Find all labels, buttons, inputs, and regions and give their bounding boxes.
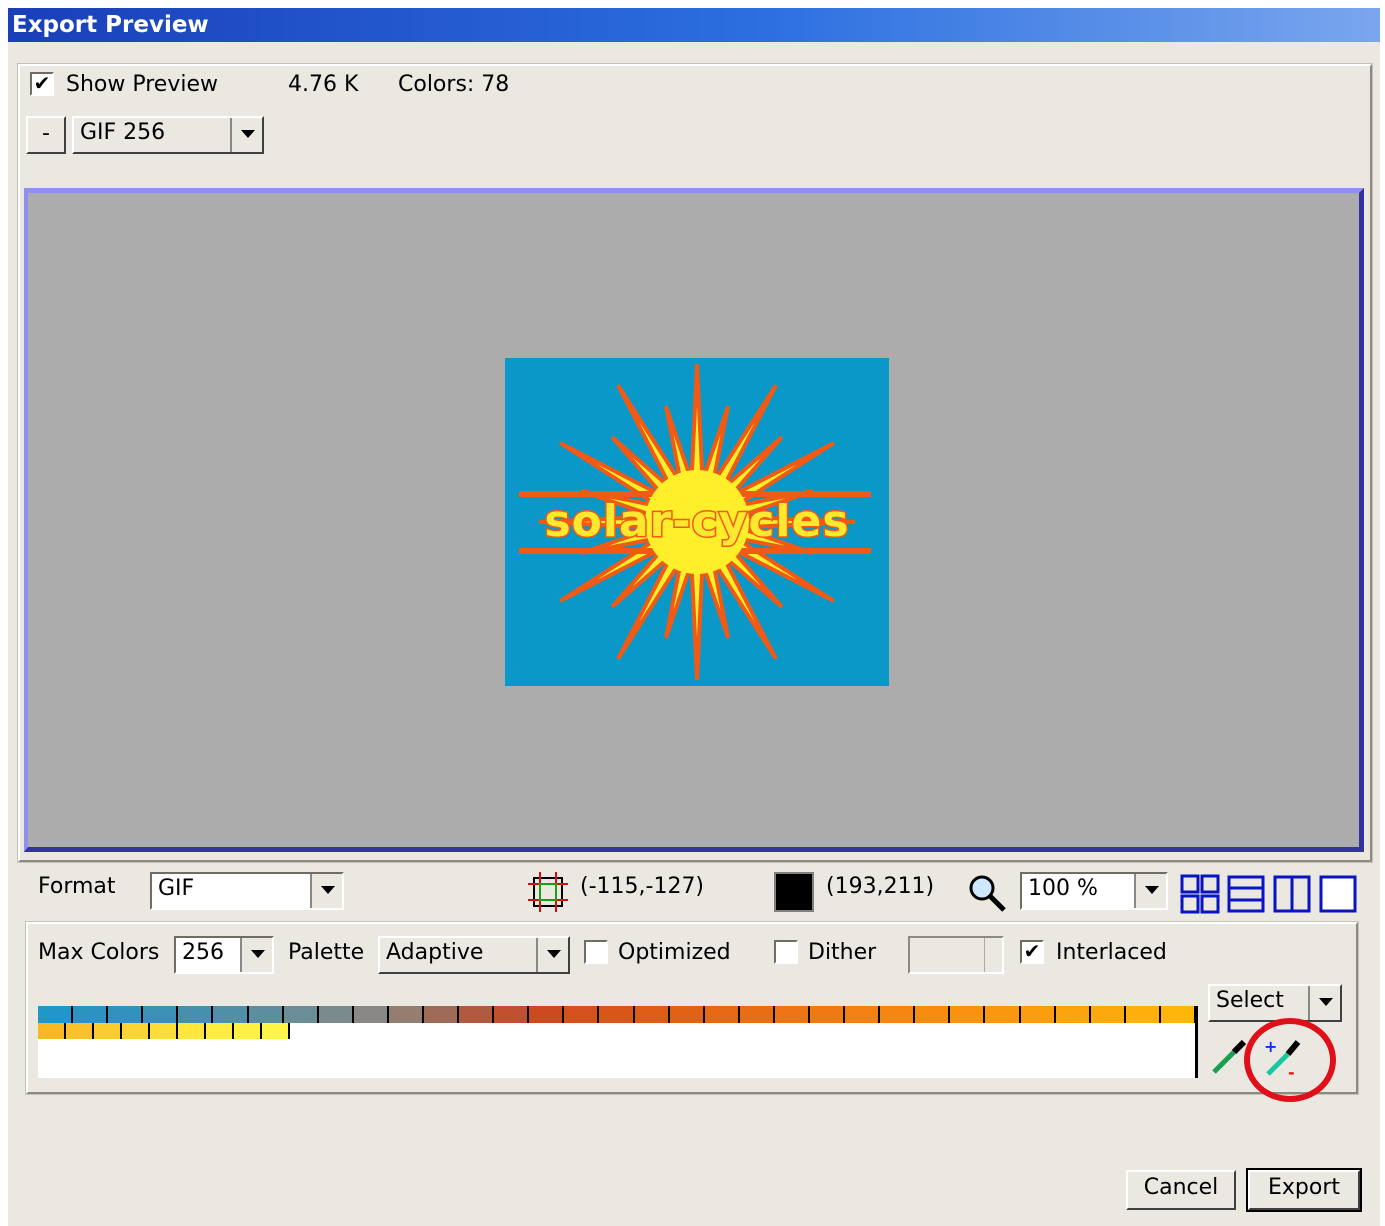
export-preview-window: Export Preview ✔ Show Preview 4.76 K Col… (8, 8, 1380, 1226)
palette-swatch[interactable] (880, 1006, 916, 1023)
palette-swatch[interactable] (143, 1006, 179, 1023)
palette-swatch[interactable] (234, 1023, 262, 1039)
cancel-button[interactable]: Cancel (1126, 1170, 1236, 1210)
chevron-down-icon[interactable] (240, 938, 272, 972)
colors-count-text: Colors: 78 (398, 72, 510, 97)
palette-swatch[interactable] (73, 1006, 109, 1023)
chevron-down-icon[interactable] (230, 118, 262, 152)
palette-swatch[interactable] (178, 1006, 214, 1023)
palette-swatch[interactable] (810, 1006, 846, 1023)
palette-swatch[interactable] (950, 1006, 986, 1023)
palette-swatch[interactable] (915, 1006, 951, 1023)
two-up-view-icon[interactable] (1272, 874, 1312, 914)
dither-amount-input[interactable] (908, 936, 1004, 974)
image-size: (193,211) (826, 874, 935, 899)
palette-swatch[interactable] (38, 1023, 66, 1039)
palette-swatch[interactable] (353, 1006, 389, 1023)
palette-swatch[interactable] (262, 1023, 290, 1039)
palette-swatch[interactable] (1090, 1006, 1126, 1023)
palette-swatch[interactable] (774, 1006, 810, 1023)
palette-swatch[interactable] (1125, 1006, 1161, 1023)
highlight-circle (1244, 1018, 1336, 1102)
palette-swatch[interactable] (564, 1006, 600, 1023)
palette-swatch[interactable] (388, 1006, 424, 1023)
palette-swatch[interactable] (739, 1006, 775, 1023)
optimized-checkbox[interactable] (584, 940, 608, 964)
title-bar: Export Preview (8, 8, 1380, 42)
palette-swatch[interactable] (122, 1023, 150, 1039)
palette-swatch[interactable] (178, 1023, 206, 1039)
spinner-arrows[interactable] (984, 938, 1002, 972)
crop-icon[interactable] (526, 870, 570, 914)
max-colors-value: 256 (182, 940, 224, 965)
four-up-view-icon[interactable] (1180, 874, 1220, 914)
palette-swatch[interactable] (38, 1006, 74, 1023)
palette-swatch[interactable] (669, 1006, 705, 1023)
logo-text: solar-cycles (543, 495, 850, 549)
palette-select[interactable]: Adaptive (378, 936, 570, 974)
interlaced-checkbox[interactable]: ✔ (1020, 940, 1044, 964)
crop-coords: (-115,-127) (580, 874, 705, 899)
max-colors-label: Max Colors (38, 940, 160, 965)
sun-ray (689, 363, 705, 485)
zoom-select[interactable]: 100 % (1020, 872, 1168, 910)
matte-color-swatch[interactable] (774, 872, 814, 912)
window-title: Export Preview (12, 12, 209, 38)
chevron-down-icon[interactable] (1308, 986, 1340, 1020)
palette-swatch[interactable] (599, 1006, 635, 1023)
palette-swatch[interactable] (634, 1006, 670, 1023)
chevron-down-icon[interactable] (310, 874, 342, 908)
palette-swatch[interactable] (108, 1006, 144, 1023)
solar-cycles-logo: solar-cycles (505, 358, 889, 686)
format-value: GIF (158, 876, 195, 901)
file-size-text: 4.76 K (288, 72, 359, 97)
palette-swatch[interactable] (424, 1006, 460, 1023)
max-colors-select[interactable]: 256 (174, 936, 274, 974)
zoom-value: 100 % (1028, 876, 1098, 901)
palette-swatch[interactable] (318, 1006, 354, 1023)
export-button[interactable]: Export (1246, 1168, 1362, 1212)
chevron-down-icon[interactable] (1134, 874, 1166, 908)
image-preview-area[interactable]: solar-cycles (24, 188, 1364, 852)
palette-swatch[interactable] (150, 1023, 178, 1039)
palette-swatch[interactable] (845, 1006, 881, 1023)
palette-swatch[interactable] (94, 1023, 122, 1039)
three-up-view-icon[interactable] (1226, 874, 1266, 914)
palette-swatch[interactable] (66, 1023, 94, 1039)
palette-swatch[interactable] (529, 1006, 565, 1023)
show-preview-label: Show Preview (66, 72, 218, 97)
palette-label: Palette (288, 940, 365, 965)
select-label: Select (1216, 988, 1284, 1013)
show-preview-checkbox[interactable]: ✔ (30, 72, 54, 96)
format-select[interactable]: GIF (150, 872, 344, 910)
format-label: Format (38, 874, 116, 899)
select-dropdown[interactable]: Select (1208, 984, 1342, 1022)
palette-swatch[interactable] (206, 1023, 234, 1039)
palette-swatch[interactable] (248, 1006, 284, 1023)
remove-preset-button[interactable]: - (26, 116, 66, 154)
palette-swatch[interactable] (213, 1006, 249, 1023)
dither-label: Dither (808, 940, 877, 965)
palette-swatch[interactable] (283, 1006, 319, 1023)
palette-swatch[interactable] (1160, 1006, 1196, 1023)
palette-value: Adaptive (386, 940, 484, 965)
palette-swatch[interactable] (985, 1006, 1021, 1023)
preset-value: GIF 256 (80, 120, 166, 145)
palette-swatch[interactable] (704, 1006, 740, 1023)
palette-swatch[interactable] (494, 1006, 530, 1023)
sun-ray (689, 559, 705, 681)
palette-swatch[interactable] (459, 1006, 495, 1023)
chevron-down-icon[interactable] (536, 938, 568, 972)
palette-swatch[interactable] (1055, 1006, 1091, 1023)
color-palette-table[interactable] (38, 1006, 1198, 1078)
magnifier-icon[interactable] (964, 870, 1008, 914)
one-up-view-icon[interactable] (1318, 874, 1358, 914)
dither-checkbox[interactable] (774, 940, 798, 964)
preset-select[interactable]: GIF 256 (72, 116, 264, 154)
optimized-label: Optimized (618, 940, 731, 965)
interlaced-label: Interlaced (1056, 940, 1167, 965)
palette-swatch[interactable] (1020, 1006, 1056, 1023)
